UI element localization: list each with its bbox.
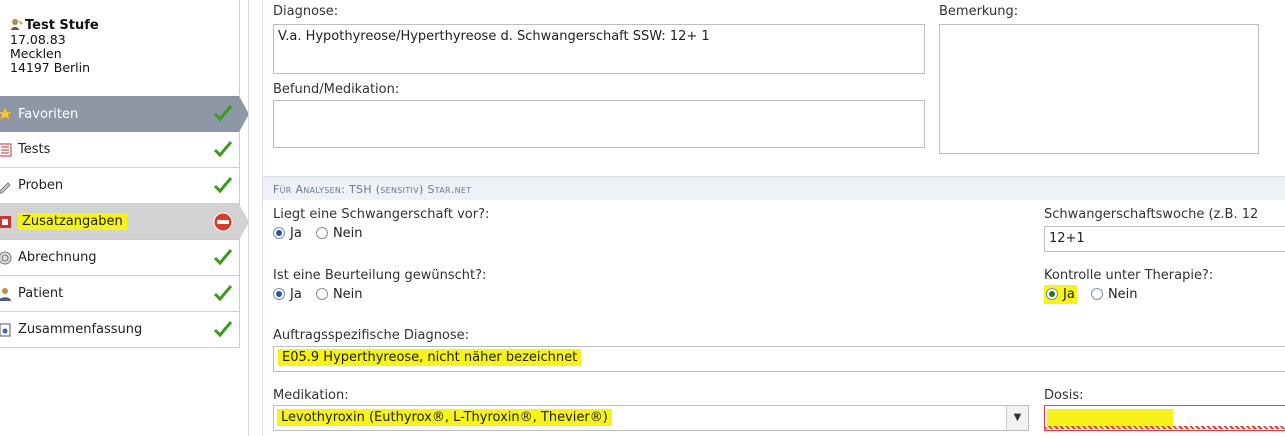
nav-menu: Favoriten Tests Proben Zusatzangaben Abr [0,96,250,348]
befund-label: Befund/Medikation: [273,82,400,97]
nav-label: Patient [18,286,64,301]
schwanger-radio-group: Ja Nein [273,226,373,241]
patient-street: Mecklen [10,46,62,61]
highlight-mark [1047,409,1173,427]
beurteilung-radio-group: Ja Nein [273,287,373,302]
check-icon [213,249,233,266]
nav-item-tests[interactable]: Tests [0,132,240,168]
radio-unselected[interactable] [315,288,328,300]
beurteilung-ja[interactable]: Ja [273,287,302,302]
patient-card: Test Stufe 17.08.83 Mecklen 14197 Berlin [0,0,240,95]
schwanger-label: Liegt eine Schwangerschaft vor?: [273,207,490,222]
befund-field[interactable] [273,100,925,148]
nav-item-favoriten[interactable]: Favoriten [0,96,249,132]
nav-label: Zusammenfassung [18,322,143,337]
patient-icon [11,19,23,30]
patient-name: Test Stufe [25,18,99,33]
check-icon [213,141,233,158]
nav-item-patient[interactable]: Patient [0,276,240,312]
nav-label: Zusatzangaben [18,213,127,230]
bemerkung-field[interactable] [939,24,1259,154]
kontrolle-nein[interactable]: Nein [1090,287,1138,302]
radio-selected[interactable] [273,288,285,300]
auftrag-field[interactable]: E05.9 Hyperthyreose, nicht näher bezeich… [273,346,1285,372]
ssw-field[interactable]: 12+1 [1044,226,1285,252]
radio-selected[interactable] [273,227,285,239]
dosis-field[interactable] [1044,405,1285,431]
pipette-icon [0,181,11,193]
nav-label: Proben [18,178,64,193]
check-icon [213,285,233,302]
summary-icon [0,323,11,336]
star-icon [0,106,13,121]
stop-icon [213,212,233,232]
nav-item-proben[interactable]: Proben [0,168,240,204]
ssw-label: Schwangerschaftswoche (z.B. 12 [1044,207,1259,222]
bemerkung-label: Bemerkung: [939,4,1019,19]
nav-item-zusammenfassung[interactable]: Zusammenfassung [0,312,240,348]
dosis-label: Dosis: [1044,388,1084,403]
nav-item-zusatzangaben[interactable]: Zusatzangaben [0,204,249,240]
nav-label: Tests [18,142,51,157]
kontrolle-ja[interactable]: Ja [1044,285,1077,304]
patient-dob: 17.08.83 [10,32,66,47]
auftrag-value: E05.9 Hyperthyreose, nicht näher bezeich… [278,349,582,366]
chevron-down-icon[interactable]: ▼ [1006,406,1028,430]
schwanger-nein[interactable]: Nein [315,226,363,241]
check-icon [213,177,233,194]
radio-unselected[interactable] [315,227,328,239]
radio-unselected[interactable] [1090,288,1103,300]
beurteilung-label: Ist eine Beurteilung gewünscht?: [273,268,487,283]
beurteilung-nein[interactable]: Nein [315,287,363,302]
medikation-select[interactable]: Levothyroxin (Euthyrox®, L-Thyroxin®, Th… [273,405,1029,431]
diagnose-label: Diagnose: [273,4,339,19]
schwanger-ja[interactable]: Ja [273,226,302,241]
check-icon [213,321,233,338]
sidebar: Test Stufe 17.08.83 Mecklen 14197 Berlin… [0,0,250,436]
kontrolle-label: Kontrolle unter Therapie?: [1044,268,1214,283]
check-icon [213,105,233,122]
nav-label: Favoriten [18,106,79,122]
list-icon [0,143,12,156]
coin-icon [0,251,12,264]
patient-city: 14197 Berlin [10,60,91,75]
splitter [248,0,262,436]
main-form: Diagnose: V.a. Hypothyreose/Hyperthyreos… [262,0,1285,436]
auftrag-label: Auftragsspezifische Diagnose: [273,328,470,343]
diagnose-field[interactable]: V.a. Hypothyreose/Hyperthyreose d. Schwa… [273,24,925,74]
section-header: Für Analysen: TSH (sensitiv) Star.net [263,176,1285,200]
medikation-value: Levothyroxin (Euthyrox®, L-Thyroxin®, Th… [277,409,612,426]
form-icon [0,215,11,228]
error-underline [1045,426,1285,429]
person-icon [0,287,11,301]
kontrolle-radio-group: Ja Nein [1044,285,1148,304]
nav-label: Abrechnung [18,250,97,265]
radio-selected[interactable] [1046,288,1058,300]
nav-item-abrechnung[interactable]: Abrechnung [0,240,240,276]
medikation-label: Medikation: [273,388,349,403]
